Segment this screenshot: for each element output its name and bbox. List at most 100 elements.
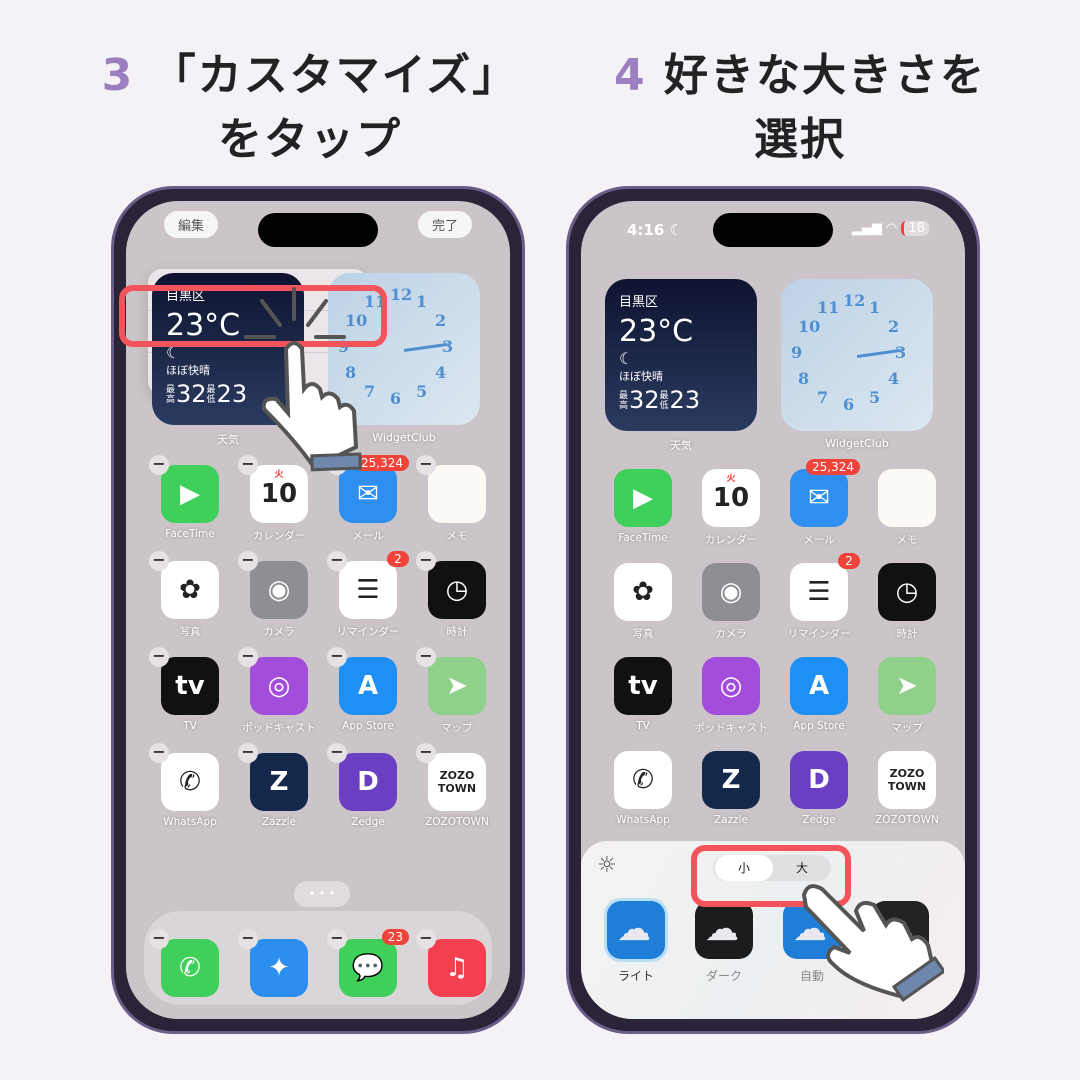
app-app-store[interactable]: A App Store xyxy=(775,657,863,732)
app-カメラ[interactable]: ◉ − カメラ xyxy=(235,551,323,639)
app-カメラ[interactable]: ◉ カメラ xyxy=(687,563,775,641)
app-icon: tv − xyxy=(149,647,219,715)
weather-temp: 23°C xyxy=(619,314,694,349)
remove-app-button[interactable]: − xyxy=(416,743,436,763)
app-マップ[interactable]: ➤ マップ xyxy=(863,657,951,735)
weather-high-label: 最高 xyxy=(619,391,629,411)
remove-app-button[interactable]: − xyxy=(238,743,258,763)
remove-app-button[interactable]: − xyxy=(238,551,258,571)
remove-app-button[interactable]: − xyxy=(327,551,347,571)
app-facetime[interactable]: ▶ FaceTime xyxy=(599,469,687,544)
app-zozotown[interactable]: ZOZO TOWN ZOZOTOWN xyxy=(863,751,951,826)
remove-app-button[interactable]: − xyxy=(149,929,169,949)
remove-app-button[interactable]: − xyxy=(327,929,347,949)
appearance-option[interactable]: ☁ ダーク xyxy=(693,901,755,984)
app-label: リマインダー xyxy=(336,626,400,638)
remove-app-button[interactable]: − xyxy=(416,647,436,667)
remove-app-button[interactable]: − xyxy=(238,929,258,949)
app-写真[interactable]: ✿ − 写真 xyxy=(146,551,234,639)
app-label: Zazzle xyxy=(713,814,749,826)
app-label: メール xyxy=(352,530,384,542)
app-時計[interactable]: ◷ 時計 xyxy=(863,563,951,641)
appearance-label: ダーク xyxy=(705,969,742,983)
remove-app-button[interactable]: − xyxy=(149,647,169,667)
app-メモ[interactable]: − メモ xyxy=(413,455,501,543)
app-icon: ✆ − xyxy=(149,929,219,997)
app-icon: ZOZO TOWN xyxy=(878,751,936,809)
remove-app-button[interactable]: − xyxy=(149,455,169,475)
app-label: 時計 xyxy=(896,628,918,640)
app-ポッドキャスト[interactable]: ◎ ポッドキャスト xyxy=(687,657,775,735)
weather-high-label: 最高 xyxy=(166,385,176,405)
appearance-option[interactable]: ☁ ライト xyxy=(605,901,667,984)
weather-location: 目黒区 xyxy=(619,295,659,310)
weather-high: 32 xyxy=(176,380,207,408)
app-icon: D xyxy=(790,751,848,809)
app-マップ[interactable]: ➤ − マップ xyxy=(413,647,501,735)
app-whatsapp[interactable]: ✆ WhatsApp xyxy=(599,751,687,826)
remove-app-button[interactable]: − xyxy=(416,551,436,571)
weather-icon: ☁ xyxy=(695,901,753,959)
weather-high: 32 xyxy=(629,386,660,414)
dock-safari[interactable]: ✦ − xyxy=(235,929,323,997)
app-label: リマインダー xyxy=(787,628,851,640)
clock-widget[interactable]: 12 1 2 3 4 5 6 7 8 9 10 11 xyxy=(781,279,933,431)
app-whatsapp[interactable]: ✆ − WhatsApp xyxy=(146,743,234,828)
app-メモ[interactable]: メモ xyxy=(863,469,951,547)
page-dots[interactable]: • • • xyxy=(294,881,350,907)
app-tv[interactable]: tv − TV xyxy=(146,647,234,732)
app-zedge[interactable]: D − Zedge xyxy=(324,743,412,828)
app-リマインダー[interactable]: ☰ 2 リマインダー xyxy=(775,553,863,641)
app-label: マップ xyxy=(891,722,923,734)
dock-music[interactable]: ♫ − xyxy=(413,929,501,997)
dock-messages[interactable]: 💬 23 − xyxy=(324,929,412,997)
remove-app-button[interactable]: − xyxy=(238,647,258,667)
battery-level: 18 xyxy=(908,221,925,236)
app-ポッドキャスト[interactable]: ◎ − ポッドキャスト xyxy=(235,647,323,735)
app-label: カメラ xyxy=(715,628,747,640)
app-label: TV xyxy=(183,720,197,732)
app-label: カレンダー xyxy=(704,534,758,546)
app-icon: Z − xyxy=(238,743,308,811)
remove-app-button[interactable]: − xyxy=(149,551,169,571)
done-button[interactable]: 完了 xyxy=(417,211,472,238)
app-glyph: ☰ xyxy=(807,577,831,607)
app-glyph: ✉ xyxy=(357,479,379,509)
app-zazzle[interactable]: Z Zazzle xyxy=(687,751,775,826)
app-glyph: ◉ xyxy=(267,575,291,605)
clock-numeral: 6 xyxy=(843,395,855,414)
weather-widget[interactable]: 目黒区 23°C ☾ ほぼ快晴 最高32最低23 xyxy=(605,279,757,431)
brightness-icon[interactable]: ☼ xyxy=(597,853,617,878)
dynamic-island xyxy=(713,213,833,247)
app-写真[interactable]: ✿ 写真 xyxy=(599,563,687,641)
remove-app-button[interactable]: − xyxy=(327,743,347,763)
title-line: 選択 xyxy=(754,114,846,165)
title-line: 好きな大きさを xyxy=(663,50,986,101)
title-line: 「カスタマイズ」 xyxy=(151,50,519,101)
remove-app-button[interactable]: − xyxy=(327,647,347,667)
app-facetime[interactable]: ▶ − FaceTime xyxy=(146,455,234,540)
app-zozotown[interactable]: ZOZO TOWN − ZOZOTOWN xyxy=(413,743,501,828)
app-label: メモ xyxy=(896,534,918,546)
app-メール[interactable]: ✉ 25,324 メール xyxy=(775,459,863,547)
app-glyph: 10 xyxy=(712,483,750,513)
app-リマインダー[interactable]: ☰ 2 − リマインダー xyxy=(324,551,412,639)
app-label: 写真 xyxy=(179,626,201,638)
app-tv[interactable]: tv TV xyxy=(599,657,687,732)
remove-app-button[interactable]: − xyxy=(149,743,169,763)
dock-phone[interactable]: ✆ − xyxy=(146,929,234,997)
app-zazzle[interactable]: Z − Zazzle xyxy=(235,743,323,828)
remove-app-button[interactable]: − xyxy=(416,455,436,475)
app-カレンダー[interactable]: 10 火カレンダー xyxy=(687,469,775,547)
remove-app-button[interactable]: − xyxy=(416,929,436,949)
weather-low-label: 最低 xyxy=(659,391,669,411)
app-zedge[interactable]: D Zedge xyxy=(775,751,863,826)
app-glyph: ✦ xyxy=(268,953,290,983)
app-時計[interactable]: ◷ − 時計 xyxy=(413,551,501,639)
weather-low: 23 xyxy=(216,380,248,408)
app-label: ZOZOTOWN xyxy=(875,814,939,826)
app-app-store[interactable]: A − App Store xyxy=(324,647,412,732)
clock-numeral: 5 xyxy=(416,382,428,402)
edit-button[interactable]: 編集 xyxy=(164,211,219,238)
clock-numeral: 4 xyxy=(435,363,447,382)
